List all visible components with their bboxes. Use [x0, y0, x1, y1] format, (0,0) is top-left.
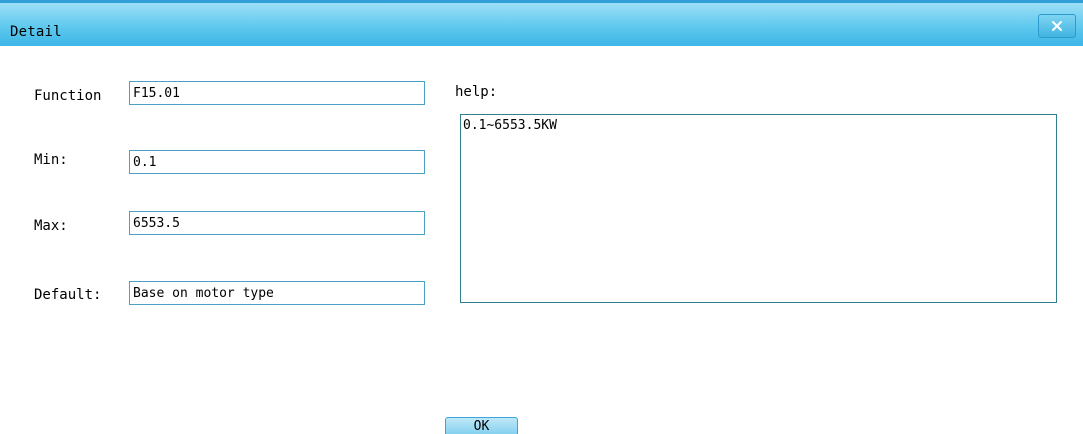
help-label: help:	[455, 84, 498, 100]
ok-button[interactable]: OK	[445, 417, 518, 434]
close-x-icon	[1051, 21, 1063, 31]
close-button[interactable]	[1038, 14, 1076, 38]
max-field[interactable]: 6553.5	[129, 211, 425, 235]
max-label: Max:	[34, 218, 68, 234]
function-field[interactable]: F15.01	[129, 81, 425, 105]
function-label: Function	[34, 88, 102, 104]
window-title: Detail	[10, 24, 62, 40]
min-label: Min:	[34, 152, 68, 168]
default-field[interactable]: Base on motor type	[129, 281, 425, 305]
help-text-area[interactable]: 0.1~6553.5KW	[460, 114, 1057, 303]
min-field[interactable]: 0.1	[129, 150, 425, 174]
title-bar: Detail	[0, 0, 1083, 46]
default-label: Default:	[34, 287, 102, 303]
